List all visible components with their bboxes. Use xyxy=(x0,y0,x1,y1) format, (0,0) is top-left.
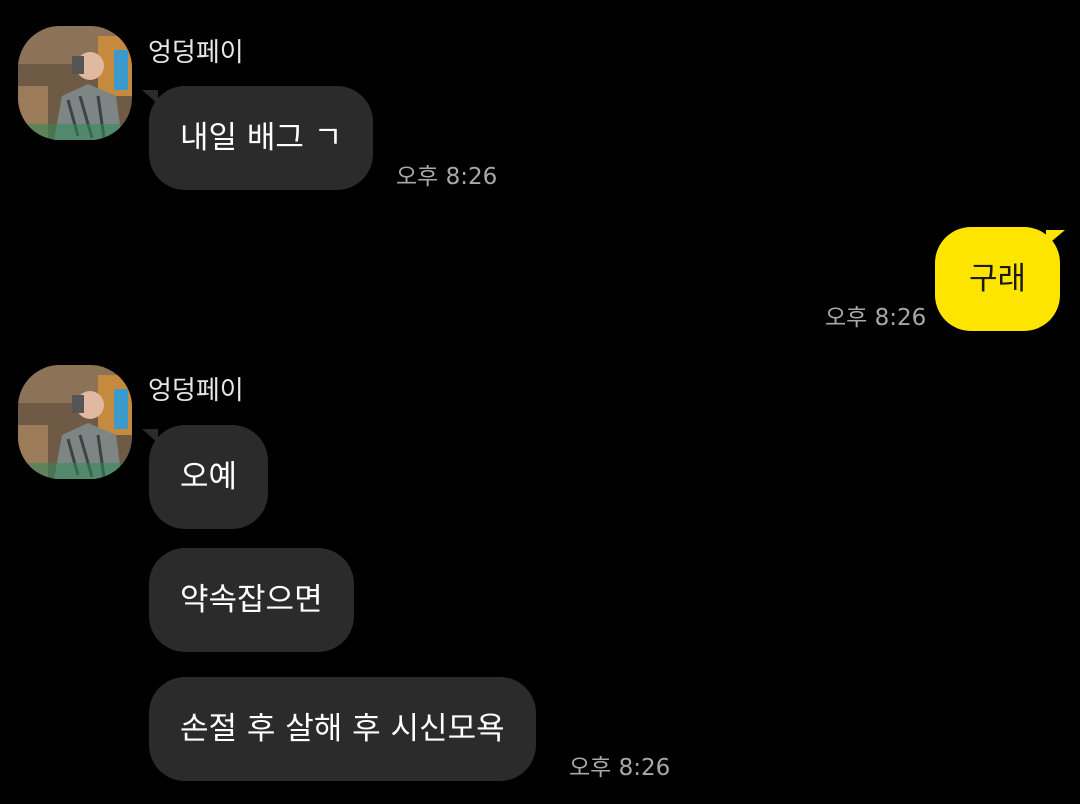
message-timestamp: 오후 8:26 xyxy=(825,305,927,331)
message-timestamp: 오후 8:26 xyxy=(396,164,498,190)
profile-photo-icon xyxy=(18,365,132,479)
profile-photo-icon xyxy=(18,26,132,140)
avatar[interactable] xyxy=(18,365,132,479)
message-timestamp: 오후 8:26 xyxy=(569,755,671,781)
avatar[interactable] xyxy=(18,26,132,140)
message-bubble[interactable]: 오예 xyxy=(149,425,269,529)
message-bubble[interactable]: 손절 후 살해 후 시신모욕 xyxy=(149,677,536,781)
sender-name: 엉덩페이 xyxy=(148,376,244,406)
sender-name: 엉덩페이 xyxy=(148,38,244,68)
message-bubble[interactable]: 내일 배그 ㄱ xyxy=(149,86,374,190)
message-bubble-outgoing[interactable]: 구래 xyxy=(935,227,1060,331)
message-bubble[interactable]: 약속잡으면 xyxy=(149,548,354,652)
